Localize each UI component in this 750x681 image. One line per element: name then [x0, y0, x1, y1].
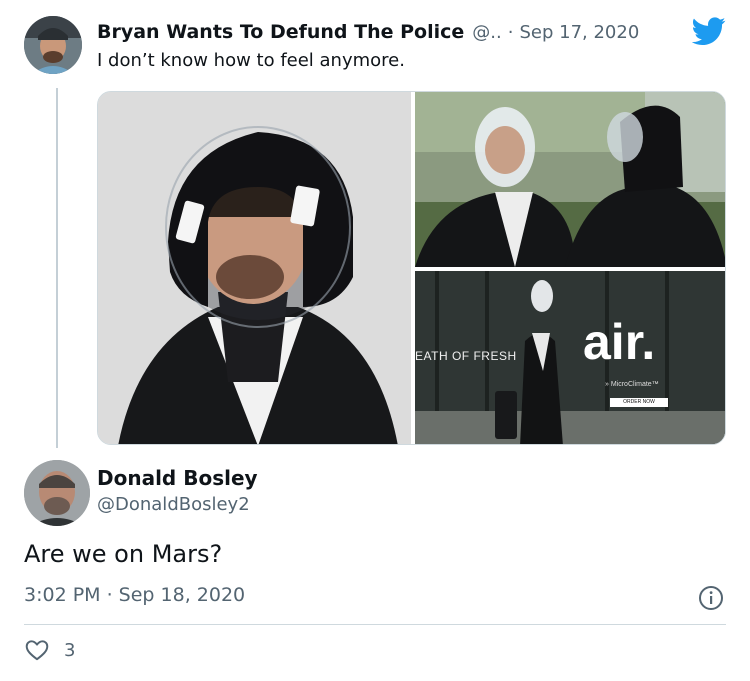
reply-text: Are we on Mars?: [24, 540, 223, 568]
media-image-two-men-helmets[interactable]: [415, 92, 725, 267]
info-icon[interactable]: [697, 584, 725, 612]
author-handle[interactable]: @..: [472, 22, 501, 43]
tweet-media-grid[interactable]: EATH OF FRESH air. » MicroClimate™ ORDER…: [97, 91, 726, 445]
thread-connector-line: [56, 88, 58, 448]
reply-timestamp[interactable]: 3:02 PM · Sep 18, 2020: [24, 584, 245, 606]
tweet-date[interactable]: Sep 17, 2020: [519, 22, 639, 43]
tweet-header: Bryan Wants To Defund The Police @.. · S…: [97, 17, 639, 47]
poster-brand: air.: [583, 314, 656, 370]
author-name[interactable]: Bryan Wants To Defund The Police: [97, 21, 464, 43]
tweet-text: I don’t know how to feel anymore.: [97, 50, 405, 71]
separator-dot: ·: [507, 21, 514, 43]
like-action[interactable]: 3: [24, 637, 75, 663]
poster-tagline: » MicroClimate™: [605, 381, 659, 388]
avatar-bryan[interactable]: [24, 16, 82, 74]
media-image-air-poster[interactable]: EATH OF FRESH air. » MicroClimate™ ORDER…: [415, 271, 725, 444]
avatar-donald[interactable]: [24, 460, 90, 526]
reply-author-name[interactable]: Donald Bosley: [97, 466, 258, 490]
media-image-helmet-portrait[interactable]: [98, 92, 411, 444]
poster-text-left: EATH OF FRESH: [415, 349, 517, 363]
poster-order-button: ORDER NOW: [610, 398, 668, 407]
like-count: 3: [64, 639, 76, 661]
reply-author-handle[interactable]: @DonaldBosley2: [97, 494, 250, 515]
heart-icon[interactable]: [24, 637, 50, 663]
divider: [24, 624, 726, 625]
twitter-bird-icon[interactable]: [691, 17, 726, 47]
